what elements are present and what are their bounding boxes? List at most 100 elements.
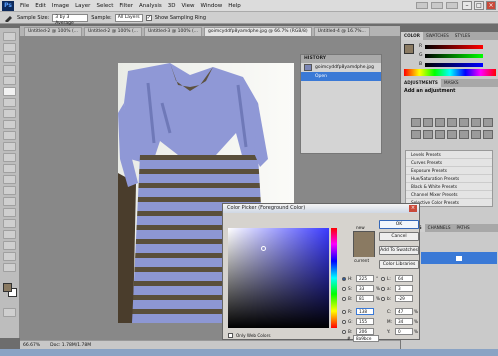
photo-filter-icon[interactable] — [423, 130, 433, 139]
zoom-level-button[interactable] — [431, 2, 443, 9]
menu-image[interactable]: Image — [49, 3, 72, 9]
color-ramp[interactable] — [404, 69, 496, 76]
hue-slider[interactable] — [331, 228, 337, 328]
cancel-button[interactable]: Cancel — [379, 232, 419, 241]
hand-tool-icon[interactable] — [3, 252, 16, 261]
tab-untitled-2b[interactable]: Untitled-2 @ 100% (... — [84, 27, 142, 36]
close-icon[interactable]: × — [486, 1, 496, 10]
pen-tool-icon[interactable] — [3, 186, 16, 195]
shape-tool-icon[interactable] — [3, 219, 16, 228]
marquee-tool-icon[interactable] — [3, 43, 16, 52]
tab-untitled-4[interactable]: Untitled-4 @ 16.7%... — [313, 27, 370, 36]
menu-help[interactable]: Help — [225, 3, 244, 9]
show-ring-checkbox[interactable]: ✓ — [145, 14, 152, 21]
3d-rotate-tool-icon[interactable] — [3, 230, 16, 239]
quick-select-tool-icon[interactable] — [3, 65, 16, 74]
l-field[interactable]: 64 — [395, 275, 413, 282]
quick-mask-icon[interactable] — [3, 308, 16, 317]
s-field[interactable]: 33 — [356, 285, 374, 292]
panel-foreground-swatch[interactable] — [404, 44, 414, 54]
g-radio[interactable] — [342, 320, 346, 324]
sample-select[interactable]: All Layers — [114, 13, 143, 22]
b-field[interactable]: 81 — [356, 295, 374, 302]
bw-icon[interactable] — [411, 130, 421, 139]
tab-adjustments[interactable]: ADJUSTMENTS — [401, 79, 441, 87]
tab-swatches[interactable]: SWATCHES — [423, 32, 452, 40]
zoom-readout[interactable]: 66.67% — [23, 343, 40, 348]
foreground-color-swatch[interactable] — [3, 283, 12, 292]
posterize-icon[interactable] — [459, 130, 469, 139]
menu-select[interactable]: Select — [93, 3, 116, 9]
tab-untitled-2[interactable]: Untitled-2 @ 100% (... — [24, 27, 82, 36]
arrange-button[interactable] — [446, 2, 458, 9]
preset-hue-sat[interactable]: Hue/Saturation Presets — [406, 175, 492, 183]
g-field[interactable]: 155 — [356, 318, 374, 325]
color-field-cursor[interactable] — [261, 246, 266, 251]
selective-color-icon[interactable] — [483, 130, 493, 139]
preset-bw[interactable]: Black & White Presets — [406, 183, 492, 191]
preset-channel-mixer[interactable]: Channel Mixer Presets — [406, 191, 492, 199]
s-radio[interactable] — [342, 287, 346, 291]
tab-untitled-3[interactable]: Untitled-3 @ 100% (... — [144, 27, 202, 36]
hue-sat-icon[interactable] — [471, 118, 481, 127]
color-balance-icon[interactable] — [483, 118, 493, 127]
bridge-button[interactable] — [416, 2, 428, 9]
history-step-open[interactable]: Open — [301, 72, 381, 81]
sample-size-select[interactable]: 3 by 3 Average — [52, 13, 89, 26]
r-field[interactable]: 138 — [356, 308, 374, 315]
lab-b-field[interactable]: -29 — [395, 295, 413, 302]
clone-stamp-tool-icon[interactable] — [3, 120, 16, 129]
minimize-icon[interactable]: – — [462, 1, 472, 10]
history-brush-tool-icon[interactable] — [3, 131, 16, 140]
lab-b-radio[interactable] — [381, 297, 385, 301]
crop-tool-icon[interactable] — [3, 76, 16, 85]
picker-close-icon[interactable]: × — [409, 205, 417, 212]
lasso-tool-icon[interactable] — [3, 54, 16, 63]
menu-filter[interactable]: Filter — [116, 3, 136, 9]
a-radio[interactable] — [381, 287, 385, 291]
hex-field[interactable]: 8a9bce — [353, 335, 379, 342]
doc-size-readout[interactable]: Doc: 1.78M/1.78M — [50, 343, 91, 348]
a-field[interactable]: 3 — [395, 285, 413, 292]
zoom-tool-icon[interactable] — [3, 263, 16, 272]
tab-paths[interactable]: PATHS — [454, 224, 473, 232]
slider-r[interactable] — [425, 45, 483, 49]
preset-curves[interactable]: Curves Presets — [406, 159, 492, 167]
eyedropper-tool-icon[interactable] — [3, 87, 16, 96]
invert-icon[interactable] — [447, 130, 457, 139]
h-radio[interactable] — [342, 277, 346, 281]
tab-styles[interactable]: STYLES — [452, 32, 473, 40]
blue-field[interactable]: 206 — [356, 328, 374, 335]
type-tool-icon[interactable] — [3, 197, 16, 206]
slider-g[interactable] — [425, 54, 483, 58]
eraser-tool-icon[interactable] — [3, 142, 16, 151]
path-select-tool-icon[interactable] — [3, 208, 16, 217]
menu-analysis[interactable]: Analysis — [136, 3, 165, 9]
brush-tool-icon[interactable] — [3, 109, 16, 118]
history-snapshot[interactable]: goimcyddfp8yamdphe.jpg — [301, 63, 381, 72]
menu-window[interactable]: Window — [198, 3, 226, 9]
m-field[interactable]: 34 — [395, 318, 413, 325]
menu-file[interactable]: File — [17, 3, 32, 9]
blue-radio[interactable] — [342, 330, 346, 334]
3d-camera-tool-icon[interactable] — [3, 241, 16, 250]
preset-exposure[interactable]: Exposure Presets — [406, 167, 492, 175]
tab-masks[interactable]: MASKS — [441, 79, 462, 87]
eyedropper-icon[interactable] — [4, 14, 14, 22]
tab-dress-photo[interactable]: goimcyddfp8yamdphe.jpg @ 66.7% (RGB/8) — [204, 27, 312, 36]
healing-tool-icon[interactable] — [3, 98, 16, 107]
menu-3d[interactable]: 3D — [165, 3, 179, 9]
channel-mixer-icon[interactable] — [435, 130, 445, 139]
dodge-tool-icon[interactable] — [3, 175, 16, 184]
color-field[interactable] — [228, 228, 329, 328]
slider-b[interactable] — [425, 63, 483, 67]
tab-channels[interactable]: CHANNELS — [425, 224, 454, 232]
menu-view[interactable]: View — [178, 3, 197, 9]
menu-edit[interactable]: Edit — [32, 3, 49, 9]
only-web-colors-checkbox[interactable] — [228, 333, 233, 338]
color-libraries-button[interactable]: Color Libraries — [379, 260, 419, 269]
l-radio[interactable] — [381, 277, 385, 281]
threshold-icon[interactable] — [471, 130, 481, 139]
move-tool-icon[interactable] — [3, 32, 16, 41]
menu-layer[interactable]: Layer — [72, 3, 93, 9]
